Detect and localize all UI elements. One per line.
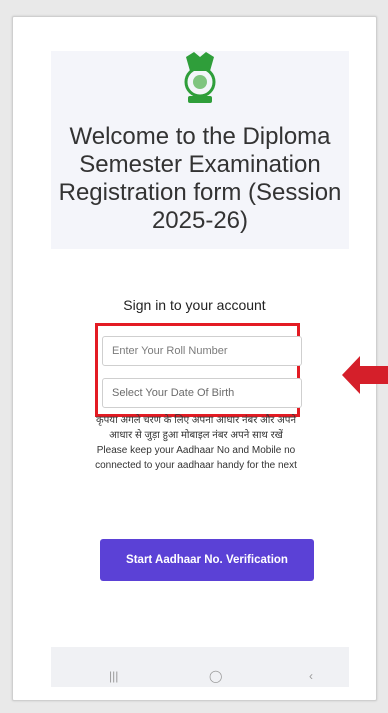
aadhaar-notice: कृपया अगले चरण के लिए अपना आधार नंबर और … (85, 413, 307, 473)
start-aadhaar-verification-button[interactable]: Start Aadhaar No. Verification (100, 539, 314, 581)
phone-screen: Welcome to the Diploma Semester Examinat… (12, 16, 377, 701)
red-left-arrow-icon (342, 356, 388, 394)
roll-number-input[interactable] (102, 336, 302, 366)
notice-hindi: कृपया अगले चरण के लिए अपना आधार नंबर और … (95, 415, 297, 441)
notice-english: Please keep your Aadhaar No and Mobile n… (95, 445, 297, 471)
recent-apps-icon[interactable]: ||| (109, 669, 118, 683)
home-icon[interactable]: ◯ (209, 669, 222, 683)
back-icon[interactable]: ‹ (309, 669, 313, 683)
date-of-birth-input[interactable]: Select Your Date Of Birth (102, 378, 302, 408)
header-card: Welcome to the Diploma Semester Examinat… (51, 51, 349, 249)
emblem-logo-icon (184, 52, 216, 103)
signin-title: Sign in to your account (123, 297, 266, 313)
dob-placeholder: Select Your Date Of Birth (112, 387, 235, 399)
android-nav-bar: ||| ◯ ‹ (51, 647, 349, 687)
welcome-title: Welcome to the Diploma Semester Examinat… (58, 123, 342, 234)
login-form: Select Your Date Of Birth (95, 323, 302, 417)
